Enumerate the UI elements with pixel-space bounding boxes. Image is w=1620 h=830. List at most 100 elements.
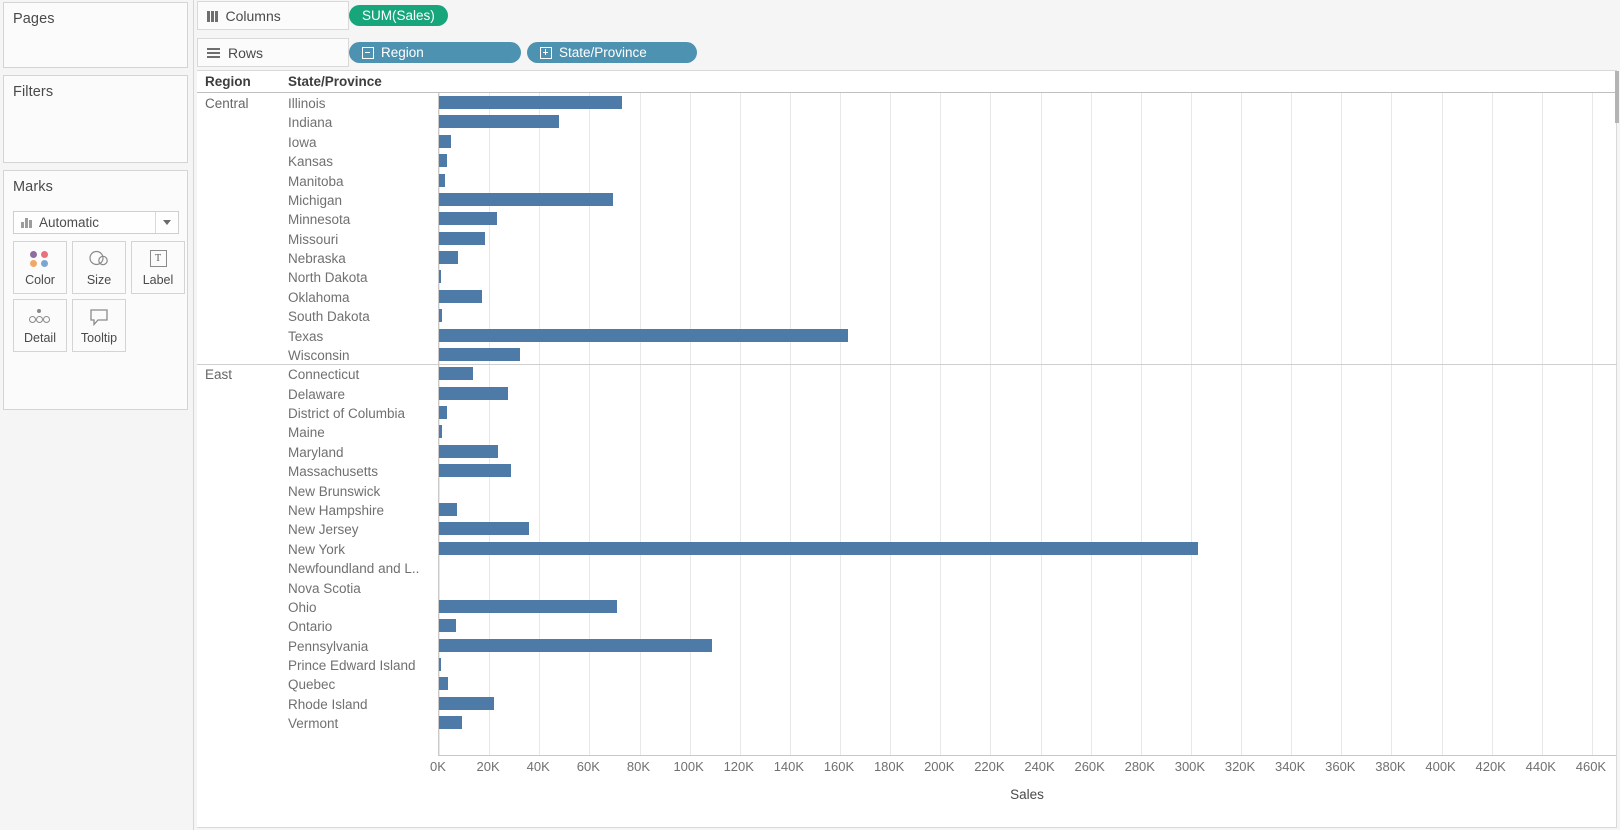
column-header-state[interactable]: State/Province <box>288 74 382 89</box>
marks-color-button[interactable]: Color <box>13 241 67 294</box>
region-label[interactable]: East <box>205 367 232 382</box>
bar-mark[interactable] <box>439 386 508 400</box>
left-side-panel: Pages Filters Marks Automatic Color Size… <box>0 0 194 830</box>
state-label[interactable]: Oklahoma <box>288 290 350 305</box>
collapse-icon[interactable] <box>362 46 374 59</box>
bar-mark[interactable] <box>439 212 497 226</box>
bar-mark[interactable] <box>439 270 441 284</box>
column-header-region[interactable]: Region <box>205 74 251 89</box>
bar-mark[interactable] <box>439 367 473 381</box>
state-label[interactable]: New Brunswick <box>288 484 380 499</box>
pages-card[interactable]: Pages <box>3 2 188 68</box>
state-label[interactable]: Indiana <box>288 115 332 130</box>
marks-tooltip-button[interactable]: Tooltip <box>72 299 126 352</box>
state-label[interactable]: Maryland <box>288 445 344 460</box>
state-label[interactable]: Manitoba <box>288 174 344 189</box>
state-label[interactable]: Prince Edward Island <box>288 658 416 673</box>
chevron-down-icon[interactable] <box>155 212 178 233</box>
bar-mark[interactable] <box>439 658 441 672</box>
x-axis-tick-label: 440K <box>1525 759 1556 774</box>
bar-mark[interactable] <box>439 115 560 129</box>
bar-mark[interactable] <box>439 231 486 245</box>
color-dots-icon <box>30 249 50 269</box>
state-label[interactable]: Pennsylvania <box>288 639 368 654</box>
rows-shelf[interactable]: Rows <box>197 38 349 67</box>
columns-shelf[interactable]: Columns <box>197 1 349 30</box>
bar-mark[interactable] <box>439 347 521 361</box>
state-label[interactable]: Quebec <box>288 677 335 692</box>
bar-mark[interactable] <box>439 619 456 633</box>
bar-mark[interactable] <box>439 502 458 516</box>
filters-card[interactable]: Filters <box>3 75 188 163</box>
region-label[interactable]: Central <box>205 96 249 111</box>
bar-mark[interactable] <box>439 406 447 420</box>
gridline <box>639 93 641 755</box>
bar-mark[interactable] <box>439 289 482 303</box>
bar-mark[interactable] <box>439 444 499 458</box>
bar-mark[interactable] <box>439 696 495 710</box>
pill-sum-sales[interactable]: SUM(Sales) <box>349 5 448 26</box>
table-header-row: Region State/Province <box>197 71 1617 93</box>
state-label[interactable]: Rhode Island <box>288 697 368 712</box>
bar-mark[interactable] <box>439 309 443 323</box>
state-label[interactable]: Vermont <box>288 716 338 731</box>
x-axis[interactable]: Sales 0K 20K 40K 60K 80K 100K 120K 140K 160K 180K… <box>430 755 1616 828</box>
state-label[interactable]: New York <box>288 542 345 557</box>
marks-type-dropdown[interactable]: Automatic <box>13 211 179 234</box>
bar-mark[interactable] <box>439 251 458 265</box>
bar-mark[interactable] <box>439 328 848 342</box>
state-label[interactable]: Missouri <box>288 232 338 247</box>
state-label[interactable]: Illinois <box>288 96 326 111</box>
state-label[interactable]: Nebraska <box>288 251 346 266</box>
state-label[interactable]: Wisconsin <box>288 348 350 363</box>
gridline <box>739 93 741 755</box>
state-label[interactable]: Ontario <box>288 619 332 634</box>
state-label[interactable]: Texas <box>288 329 323 344</box>
expand-icon[interactable] <box>540 46 552 59</box>
bar-mark[interactable] <box>439 677 448 691</box>
state-label[interactable]: New Jersey <box>288 522 359 537</box>
marks-label-button[interactable]: T Label <box>131 241 185 294</box>
state-label[interactable]: Iowa <box>288 135 317 150</box>
vertical-scrollbar-thumb[interactable] <box>1615 71 1619 123</box>
marks-card[interactable]: Marks Automatic Color Size T Label Detai… <box>3 170 188 410</box>
state-label[interactable]: New Hampshire <box>288 503 384 518</box>
state-label[interactable]: Massachusetts <box>288 464 378 479</box>
bar-mark[interactable] <box>439 425 442 439</box>
marks-size-button[interactable]: Size <box>72 241 126 294</box>
state-label[interactable]: Maine <box>288 425 325 440</box>
gridline <box>1140 93 1142 755</box>
state-label[interactable]: Michigan <box>288 193 342 208</box>
pill-region[interactable]: Region <box>349 42 521 63</box>
bar-mark[interactable] <box>439 638 713 652</box>
state-label[interactable]: Nova Scotia <box>288 581 361 596</box>
bar-mark[interactable] <box>439 464 511 478</box>
state-label[interactable]: North Dakota <box>288 270 368 285</box>
bar-mark[interactable] <box>439 154 447 168</box>
bar-chart-icon <box>21 217 33 228</box>
state-label[interactable]: South Dakota <box>288 309 370 324</box>
bar-mark[interactable] <box>439 541 1199 555</box>
bar-mark[interactable] <box>439 192 614 206</box>
marks-detail-button[interactable]: Detail <box>13 299 67 352</box>
gridline <box>840 93 842 755</box>
bar-mark[interactable] <box>439 96 622 109</box>
x-axis-tick-label: 420K <box>1475 759 1506 774</box>
state-label[interactable]: Kansas <box>288 154 333 169</box>
pill-state-province[interactable]: State/Province <box>527 42 697 63</box>
bar-mark[interactable] <box>439 134 451 148</box>
bar-mark[interactable] <box>439 599 617 613</box>
state-label[interactable]: Ohio <box>288 600 317 615</box>
state-label[interactable]: District of Columbia <box>288 406 405 421</box>
state-label[interactable]: Minnesota <box>288 212 350 227</box>
bar-mark[interactable] <box>439 173 445 187</box>
state-label[interactable]: Delaware <box>288 387 345 402</box>
bar-mark[interactable] <box>439 716 462 730</box>
state-label[interactable]: Newfoundland and L.. <box>288 561 419 576</box>
marks-type-value: Automatic <box>39 215 100 230</box>
marks-label-label: Label <box>142 272 174 287</box>
marks-card-title: Marks <box>13 179 53 195</box>
bar-mark[interactable] <box>439 522 529 536</box>
vertical-scrollbar[interactable] <box>1615 71 1619 828</box>
state-label[interactable]: Connecticut <box>288 367 359 382</box>
